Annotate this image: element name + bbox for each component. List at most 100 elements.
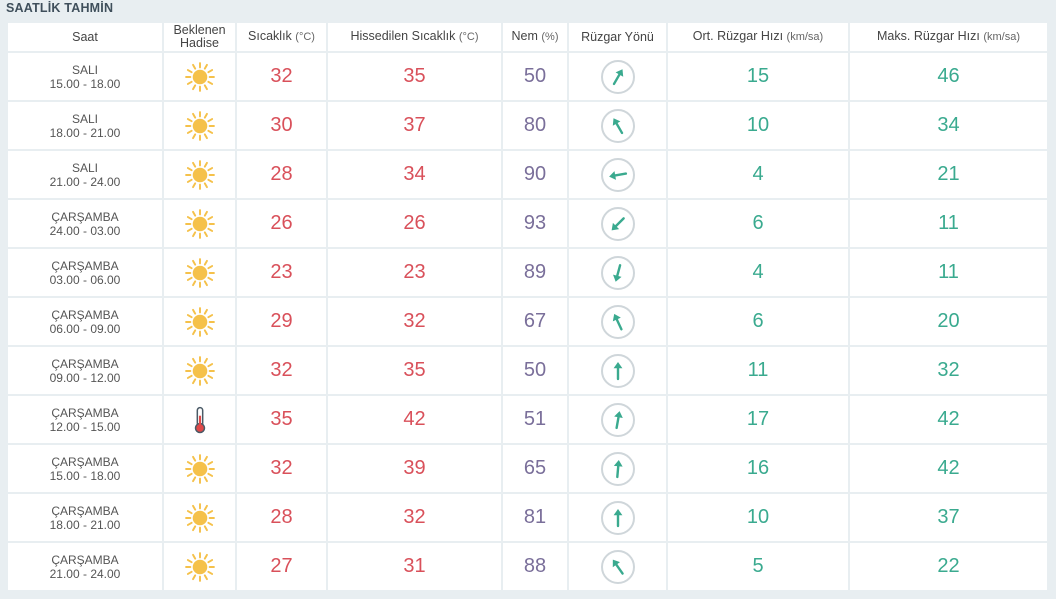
humidity-cell: 90 [503, 151, 567, 198]
wind-direction-arrow-icon [569, 353, 666, 389]
humidity-cell: 81 [503, 494, 567, 541]
wind-direction-cell [569, 543, 666, 590]
sun-icon [164, 208, 235, 239]
sun-icon [164, 502, 235, 533]
sun-icon [164, 257, 235, 288]
event-cell [164, 249, 235, 296]
feels-like-cell: 35 [328, 347, 501, 394]
wind-avg-value: 17 [746, 408, 770, 430]
humidity-cell: 93 [503, 200, 567, 247]
header-time: Saat [8, 23, 162, 51]
table-row: ÇARŞAMBA 03.00 - 06.00 23 23 89 4 11 [8, 249, 1047, 296]
sun-icon [164, 159, 235, 190]
event-cell [164, 494, 235, 541]
temp-value: 29 [270, 310, 293, 332]
temp-cell: 32 [237, 445, 326, 492]
wind-direction-arrow-icon [569, 500, 666, 536]
time-cell: ÇARŞAMBA 12.00 - 15.00 [8, 396, 162, 443]
section-title: SAATLİK TAHMİN [6, 1, 114, 15]
header-wind-avg: Ort. Rüzgar Hızı (km/sa) [668, 23, 848, 51]
sun-icon [164, 61, 235, 92]
event-cell [164, 102, 235, 149]
time-cell: ÇARŞAMBA 03.00 - 06.00 [8, 249, 162, 296]
wind-avg-value: 11 [747, 359, 769, 381]
feels-like-cell: 39 [328, 445, 501, 492]
wind-avg-cell: 16 [668, 445, 848, 492]
temp-value: 32 [270, 65, 293, 87]
time-cell: SALI 18.00 - 21.00 [8, 102, 162, 149]
day-label: SALI [71, 62, 98, 77]
event-cell [164, 543, 235, 590]
time-cell: ÇARŞAMBA 09.00 - 12.00 [8, 347, 162, 394]
day-label: ÇARŞAMBA [51, 258, 119, 273]
day-label: ÇARŞAMBA [51, 307, 119, 322]
feels-like-value: 32 [403, 310, 426, 332]
day-label: ÇARŞAMBA [51, 209, 119, 224]
wind-avg-cell: 5 [668, 543, 848, 590]
wind-avg-value: 16 [746, 457, 770, 479]
humidity-value: 88 [523, 555, 547, 577]
wind-max-value: 42 [937, 408, 960, 430]
wind-max-value: 32 [937, 359, 960, 381]
wind-avg-value: 10 [746, 114, 770, 136]
feels-like-cell: 26 [328, 200, 501, 247]
wind-max-value: 34 [937, 114, 960, 136]
wind-max-value: 20 [937, 310, 960, 332]
day-label: ÇARŞAMBA [51, 454, 119, 469]
humidity-value: 90 [523, 163, 547, 185]
day-label: SALI [71, 160, 98, 175]
time-range: 15.00 - 18.00 [49, 468, 121, 483]
wind-avg-cell: 4 [668, 249, 848, 296]
time-range: 21.00 - 24.00 [49, 566, 121, 581]
table-row: SALI 21.00 - 24.00 28 34 90 4 21 [8, 151, 1047, 198]
table-row: SALI 15.00 - 18.00 32 35 50 15 46 [8, 53, 1047, 100]
wind-direction-cell [569, 396, 666, 443]
time-cell: ÇARŞAMBA 06.00 - 09.00 [8, 298, 162, 345]
humidity-value: 80 [523, 114, 547, 136]
temp-value: 27 [270, 555, 293, 577]
sun-icon [164, 551, 235, 582]
hourly-forecast-table: Saat Beklenen Hadise Sıcaklık (°C) Hissed… [6, 21, 1049, 592]
wind-direction-cell [569, 102, 666, 149]
feels-like-value: 34 [403, 163, 426, 185]
humidity-value: 50 [523, 359, 547, 381]
feels-like-cell: 37 [328, 102, 501, 149]
header-temp: Sıcaklık (°C) [237, 23, 326, 51]
time-range: 18.00 - 21.00 [49, 517, 121, 532]
wind-avg-value: 4 [752, 163, 764, 185]
day-label: ÇARŞAMBA [51, 552, 119, 567]
feels-like-cell: 42 [328, 396, 501, 443]
humidity-value: 67 [523, 310, 547, 332]
wind-direction-arrow-icon [569, 451, 666, 487]
temp-value: 28 [270, 163, 293, 185]
event-cell [164, 396, 235, 443]
wind-avg-value: 10 [746, 506, 770, 528]
wind-max-value: 42 [937, 457, 960, 479]
wind-max-cell: 46 [850, 53, 1047, 100]
table-row: ÇARŞAMBA 18.00 - 21.00 28 32 81 10 37 [8, 494, 1047, 541]
wind-direction-arrow-icon [569, 59, 666, 95]
temp-cell: 32 [237, 53, 326, 100]
humidity-cell: 88 [503, 543, 567, 590]
wind-max-cell: 42 [850, 445, 1047, 492]
humidity-cell: 67 [503, 298, 567, 345]
header-feels-like: Hissedilen Sıcaklık (°C) [328, 23, 501, 51]
wind-avg-cell: 15 [668, 53, 848, 100]
header-humidity: Nem (%) [503, 23, 567, 51]
temp-value: 28 [270, 506, 293, 528]
table-row: ÇARŞAMBA 12.00 - 15.00 35 42 51 17 42 [8, 396, 1047, 443]
day-label: SALI [71, 111, 98, 126]
time-range: 21.00 - 24.00 [49, 174, 121, 189]
day-label: ÇARŞAMBA [51, 405, 119, 420]
sun-icon [164, 110, 235, 141]
wind-max-value: 11 [938, 261, 959, 283]
wind-max-value: 21 [937, 163, 960, 185]
wind-avg-cell: 10 [668, 494, 848, 541]
time-cell: ÇARŞAMBA 18.00 - 21.00 [8, 494, 162, 541]
wind-direction-cell [569, 249, 666, 296]
temp-value: 23 [270, 261, 293, 283]
wind-max-value: 11 [938, 212, 959, 234]
wind-max-cell: 34 [850, 102, 1047, 149]
wind-max-cell: 11 [850, 200, 1047, 247]
feels-like-cell: 34 [328, 151, 501, 198]
